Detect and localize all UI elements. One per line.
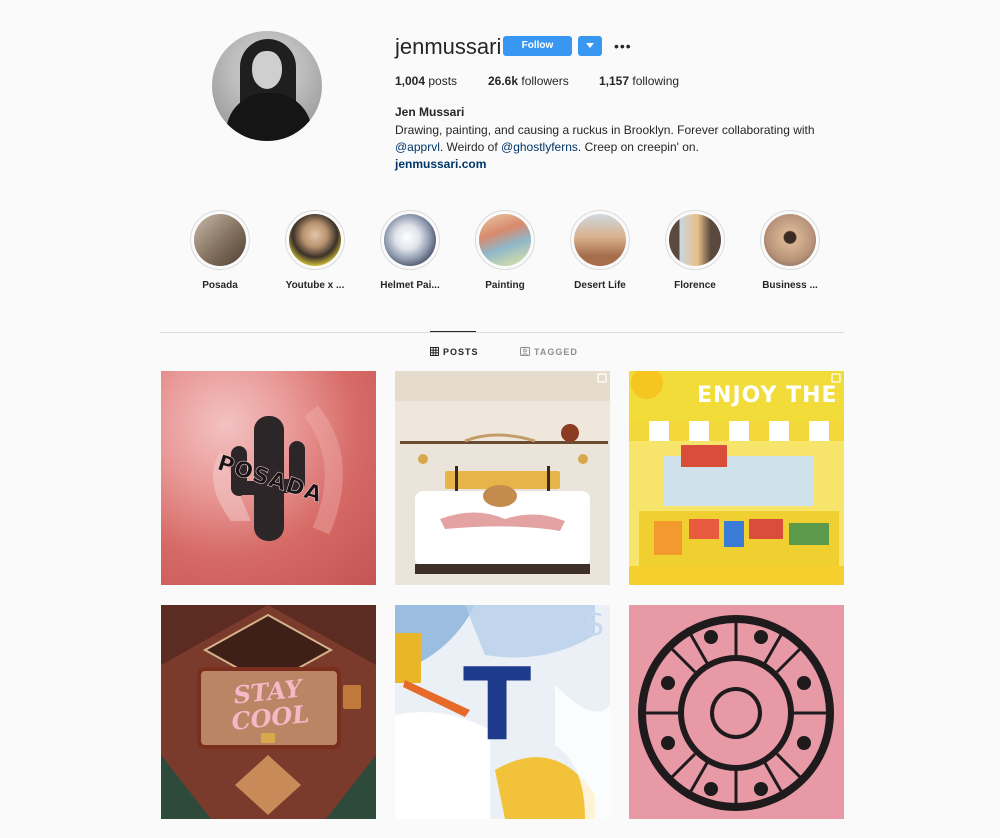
highlight-label: Helmet Pai... — [380, 280, 440, 291]
followers-count-label: followers — [521, 74, 569, 88]
highlight-helmet-painting[interactable]: Helmet Pai... — [360, 210, 460, 291]
profile-bio: Drawing, painting, and causing a ruckus … — [395, 122, 825, 156]
following-count[interactable]: 1,157 following — [599, 74, 679, 88]
highlight-thumbnail — [669, 214, 721, 266]
chevron-down-icon — [586, 43, 594, 48]
profile-username: jenmussari — [395, 34, 502, 59]
highlight-label: Business ... — [762, 280, 818, 291]
bio-text: . Creep on creepin' on. — [577, 140, 699, 154]
post-thumbnail[interactable] — [395, 371, 610, 585]
tab-tagged-label: TAGGED — [534, 347, 578, 357]
post-thumbnail[interactable]: POSADA — [161, 371, 376, 585]
highlight-posada[interactable]: Posada — [170, 210, 270, 291]
avatar-jacket — [226, 93, 312, 141]
grid-icon — [430, 347, 439, 356]
follow-dropdown-button[interactable] — [578, 36, 602, 56]
post-thumbnail[interactable] — [629, 605, 844, 819]
mention-link-ghostlyferns[interactable]: @ghostlyferns — [501, 140, 578, 154]
post-image — [395, 371, 610, 585]
highlight-desert-life[interactable]: Desert Life — [550, 210, 650, 291]
followers-count-value: 26.6k — [488, 74, 519, 88]
tab-posts[interactable]: POSTS — [430, 347, 479, 357]
posts-count: 1,004 posts — [395, 74, 457, 88]
highlight-business[interactable]: Business ... — [740, 210, 840, 291]
highlight-thumbnail — [289, 214, 341, 266]
highlight-label: Florence — [674, 280, 716, 291]
avatar-face — [252, 51, 282, 89]
tagged-person-icon — [520, 347, 530, 356]
highlight-painting[interactable]: Painting — [455, 210, 555, 291]
more-options-button[interactable]: ••• — [614, 38, 632, 54]
highlight-thumbnail — [574, 214, 626, 266]
post-thumbnail[interactable]: S T — [395, 605, 610, 819]
highlight-ring — [760, 210, 820, 270]
post-image — [629, 605, 844, 819]
highlight-ring — [665, 210, 725, 270]
post-overlay-text: T — [463, 646, 532, 763]
highlight-thumbnail — [764, 214, 816, 266]
mention-link-apprvl[interactable]: @apprvl — [395, 140, 440, 154]
profile-full-name: Jen Mussari — [395, 105, 465, 119]
highlight-label: Youtube x ... — [285, 280, 345, 291]
highlight-ring — [190, 210, 250, 270]
bio-text: Drawing, painting, and causing a ruckus … — [395, 123, 815, 137]
profile-avatar[interactable] — [212, 31, 322, 141]
highlight-thumbnail — [194, 214, 246, 266]
following-count-label: following — [632, 74, 680, 88]
post-thumbnail[interactable]: ENJOY THE R — [629, 371, 844, 585]
highlight-ring — [285, 210, 345, 270]
highlight-label: Posada — [202, 280, 238, 291]
highlight-thumbnail — [384, 214, 436, 266]
active-tab-indicator — [430, 331, 476, 332]
highlight-ring — [570, 210, 630, 270]
followers-count[interactable]: 26.6k followers — [488, 74, 569, 88]
highlight-ring — [380, 210, 440, 270]
highlight-ring — [475, 210, 535, 270]
tabs-divider — [160, 332, 844, 333]
highlight-florence[interactable]: Florence — [645, 210, 745, 291]
highlight-label: Desert Life — [574, 280, 626, 291]
profile-website-link[interactable]: jenmussari.com — [395, 157, 486, 171]
bio-text: . Weirdo of — [439, 140, 502, 154]
tab-posts-label: POSTS — [443, 347, 479, 357]
follow-button[interactable]: Follow — [503, 36, 572, 56]
highlight-label: Painting — [485, 280, 525, 291]
svg-text:S: S — [585, 608, 604, 643]
posts-count-value: 1,004 — [395, 74, 426, 88]
post-overlay-text: ENJOY THE R — [697, 383, 844, 408]
post-thumbnail[interactable]: STAY COOL — [161, 605, 376, 819]
highlight-youtube[interactable]: Youtube x ... — [265, 210, 365, 291]
posts-count-label: posts — [428, 74, 458, 88]
highlight-thumbnail — [479, 214, 531, 266]
following-count-value: 1,157 — [599, 74, 630, 88]
tab-tagged[interactable]: TAGGED — [520, 347, 578, 357]
